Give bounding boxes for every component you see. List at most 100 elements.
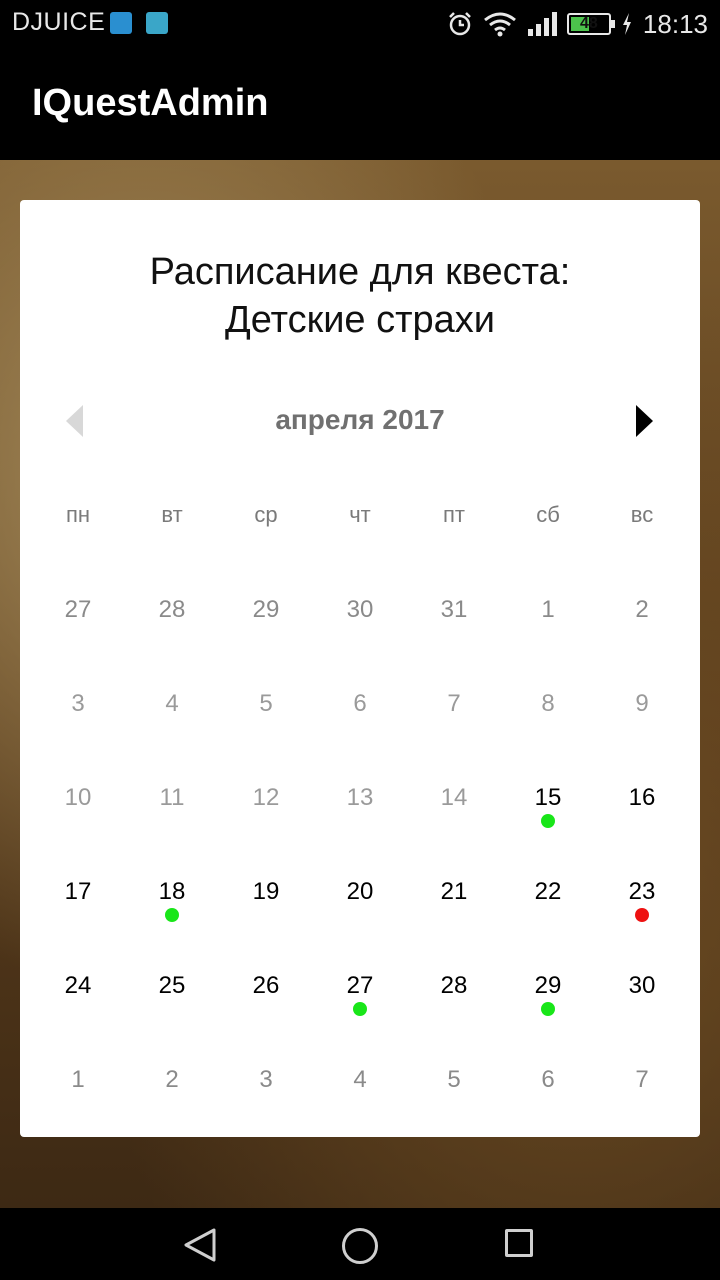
battery-icon: 48 (566, 13, 615, 35)
day-number: 8 (541, 690, 555, 717)
next-month-icon[interactable] (636, 405, 653, 437)
calendar-day[interactable]: 12 (219, 756, 313, 850)
calendar-day[interactable]: 9 (595, 662, 689, 756)
weekday-header: пн вт ср чт пт сб вс (31, 502, 689, 528)
day-number: 5 (447, 1066, 461, 1093)
calendar-day[interactable]: 31 (407, 568, 501, 662)
weekday-label: ср (254, 502, 278, 527)
calendar-day[interactable]: 4 (313, 1038, 407, 1132)
day-number: 26 (252, 972, 280, 999)
day-number: 29 (534, 972, 562, 999)
day-number: 25 (158, 972, 186, 999)
day-number: 20 (346, 878, 374, 905)
calendar-day[interactable]: 2 (595, 568, 689, 662)
calendar-day[interactable]: 20 (313, 850, 407, 944)
dialog-title-line-2: Детские страхи (224, 299, 496, 341)
calendar-day[interactable]: 5 (219, 662, 313, 756)
calendar-day[interactable]: 18 (125, 850, 219, 944)
calendar-day[interactable]: 4 (125, 662, 219, 756)
calendar-grid: 27 28 29 30 31 1 2 3 4 5 6 7 8 9 10 11 12 13 14 15 16 17 18 19 2… (31, 568, 689, 1132)
day-number: 7 (447, 690, 461, 717)
day-number: 4 (353, 1066, 367, 1093)
calendar-day[interactable]: 30 (595, 944, 689, 1038)
schedule-dialog: Расписание для квеста: Детские страхи ап… (20, 200, 700, 1137)
calendar-day[interactable]: 15 (501, 756, 595, 850)
calendar-day[interactable]: 6 (501, 1038, 595, 1132)
calendar-day[interactable]: 10 (31, 756, 125, 850)
calendar-day[interactable]: 11 (125, 756, 219, 850)
calendar-day[interactable]: 17 (31, 850, 125, 944)
status-icons: 48 18:13 (447, 6, 708, 42)
day-number: 9 (635, 690, 649, 717)
calendar-day[interactable]: 16 (595, 756, 689, 850)
calendar-day[interactable]: 21 (407, 850, 501, 944)
clock: 18:13 (642, 8, 708, 39)
calendar-day[interactable]: 2 (125, 1038, 219, 1132)
day-number: 28 (158, 596, 186, 623)
home-icon[interactable] (342, 1228, 378, 1264)
available-indicator-dot (541, 1002, 555, 1016)
day-number: 18 (158, 878, 186, 905)
day-number: 30 (346, 596, 374, 623)
calendar-day[interactable]: 28 (125, 568, 219, 662)
calendar-day[interactable]: 13 (313, 756, 407, 850)
day-number: 29 (252, 596, 280, 623)
calendar-day[interactable]: 25 (125, 944, 219, 1038)
calendar-day[interactable]: 28 (407, 944, 501, 1038)
calendar-day[interactable]: 1 (501, 568, 595, 662)
calendar-day[interactable]: 19 (219, 850, 313, 944)
calendar-day[interactable]: 7 (595, 1038, 689, 1132)
calendar-day[interactable]: 24 (31, 944, 125, 1038)
day-number: 2 (635, 596, 649, 623)
calendar-day[interactable]: 29 (501, 944, 595, 1038)
wifi-icon (483, 12, 516, 37)
calendar-day[interactable]: 5 (407, 1038, 501, 1132)
available-indicator-dot (541, 814, 555, 828)
day-number: 7 (635, 1066, 649, 1093)
day-number: 27 (64, 596, 92, 623)
calendar-day[interactable]: 27 (313, 944, 407, 1038)
day-number: 1 (541, 596, 555, 623)
day-number: 2 (165, 1066, 179, 1093)
calendar-week-row: 1 2 3 4 5 6 7 (31, 1038, 689, 1132)
calendar-week-row: 17 18 19 20 21 22 23 (31, 850, 689, 944)
weekday-label: пт (443, 502, 465, 527)
calendar-day[interactable]: 26 (219, 944, 313, 1038)
back-icon[interactable] (183, 1227, 217, 1263)
recents-icon[interactable] (505, 1229, 533, 1257)
day-number: 6 (353, 690, 367, 717)
calendar-day[interactable]: 1 (31, 1038, 125, 1132)
weekday-label: пн (65, 502, 91, 527)
calendar-day[interactable]: 30 (313, 568, 407, 662)
day-number: 16 (628, 784, 656, 811)
available-indicator-dot (165, 908, 179, 922)
navigation-bar (0, 1208, 720, 1280)
signal-icon (527, 12, 557, 36)
day-number: 17 (64, 878, 92, 905)
day-number: 11 (159, 784, 185, 811)
day-number: 31 (440, 596, 468, 623)
calendar-day[interactable]: 14 (407, 756, 501, 850)
day-number: 19 (252, 878, 280, 905)
day-number: 5 (259, 690, 273, 717)
weekday-label: чт (349, 502, 371, 527)
day-number: 13 (346, 784, 374, 811)
calendar-day[interactable]: 3 (31, 662, 125, 756)
day-number: 3 (71, 690, 85, 717)
calendar-day[interactable]: 6 (313, 662, 407, 756)
weekday-label: вс (630, 502, 654, 527)
day-number: 22 (534, 878, 562, 905)
calendar-day[interactable]: 3 (219, 1038, 313, 1132)
calendar-day[interactable]: 22 (501, 850, 595, 944)
weekday-label: вт (161, 502, 183, 527)
day-number: 1 (71, 1066, 85, 1093)
calendar-day[interactable]: 7 (407, 662, 501, 756)
day-number: 3 (259, 1066, 273, 1093)
calendar-day[interactable]: 29 (219, 568, 313, 662)
booked-indicator-dot (635, 908, 649, 922)
carrier-name: DJUICE (12, 8, 106, 36)
calendar-day[interactable]: 8 (501, 662, 595, 756)
calendar-day[interactable]: 23 (595, 850, 689, 944)
day-number: 21 (440, 878, 468, 905)
calendar-day[interactable]: 27 (31, 568, 125, 662)
